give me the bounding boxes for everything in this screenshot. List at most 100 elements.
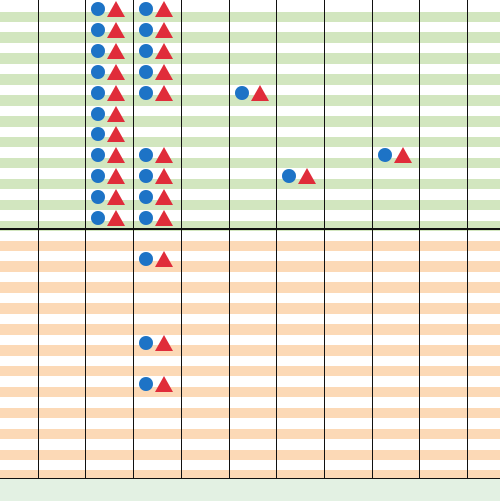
- red-triangle-icon: [107, 126, 125, 142]
- blue-circle-icon: [378, 148, 392, 162]
- column-divider: [372, 0, 373, 478]
- blue-circle-icon: [139, 169, 153, 183]
- piece-pair[interactable]: [139, 146, 179, 164]
- piece-pair[interactable]: [139, 375, 179, 393]
- blue-circle-icon: [91, 107, 105, 121]
- column-divider: [419, 0, 420, 478]
- column-divider: [276, 0, 277, 478]
- red-triangle-icon: [107, 147, 125, 163]
- blue-circle-icon: [91, 190, 105, 204]
- red-triangle-icon: [155, 1, 173, 17]
- red-triangle-icon: [107, 210, 125, 226]
- orange-stripe: [0, 407, 500, 419]
- column-divider: [229, 0, 230, 478]
- red-triangle-icon: [107, 22, 125, 38]
- piece-pair[interactable]: [139, 250, 179, 268]
- blue-circle-icon: [139, 377, 153, 391]
- green-stripe: [0, 199, 500, 211]
- blue-circle-icon: [139, 23, 153, 37]
- blue-circle-icon: [139, 211, 153, 225]
- green-stripe: [0, 157, 500, 169]
- red-triangle-icon: [155, 335, 173, 351]
- red-triangle-icon: [155, 251, 173, 267]
- piece-pair[interactable]: [91, 21, 131, 39]
- green-stripe: [0, 136, 500, 148]
- blue-circle-icon: [91, 65, 105, 79]
- column-divider: [38, 0, 39, 478]
- blue-circle-icon: [91, 23, 105, 37]
- orange-stripe: [0, 324, 500, 335]
- piece-pair[interactable]: [139, 0, 179, 18]
- blue-circle-icon: [139, 2, 153, 16]
- blue-circle-icon: [91, 44, 105, 58]
- red-triangle-icon: [155, 168, 173, 184]
- blue-circle-icon: [139, 148, 153, 162]
- column-divider: [181, 0, 182, 478]
- piece-pair[interactable]: [139, 84, 179, 102]
- red-triangle-icon: [155, 210, 173, 226]
- piece-pair[interactable]: [91, 125, 131, 143]
- orange-stripe: [0, 261, 500, 272]
- piece-pair[interactable]: [91, 105, 131, 123]
- piece-pair[interactable]: [139, 63, 179, 81]
- piece-pair[interactable]: [139, 21, 179, 39]
- red-triangle-icon: [107, 106, 125, 122]
- column-divider: [133, 0, 134, 478]
- piece-pair[interactable]: [282, 167, 322, 185]
- green-stripe: [0, 11, 500, 22]
- column-divider: [85, 0, 86, 478]
- green-stripe: [0, 53, 500, 64]
- blue-circle-icon: [235, 86, 249, 100]
- blue-circle-icon: [139, 65, 153, 79]
- red-triangle-icon: [394, 147, 412, 163]
- piece-pair[interactable]: [139, 209, 179, 227]
- red-triangle-icon: [107, 43, 125, 59]
- piece-pair[interactable]: [91, 146, 131, 164]
- piece-pair[interactable]: [91, 167, 131, 185]
- piece-pair[interactable]: [235, 84, 275, 102]
- piece-pair[interactable]: [139, 167, 179, 185]
- orange-stripe: [0, 365, 500, 377]
- red-triangle-icon: [155, 376, 173, 392]
- piece-pair[interactable]: [139, 188, 179, 206]
- red-triangle-icon: [107, 64, 125, 80]
- column-divider: [467, 0, 468, 478]
- red-triangle-icon: [155, 85, 173, 101]
- orange-stripe: [0, 240, 500, 251]
- orange-stripe: [0, 345, 500, 356]
- piece-pair[interactable]: [91, 188, 131, 206]
- piece-pair[interactable]: [378, 146, 418, 164]
- blue-circle-icon: [91, 169, 105, 183]
- blue-circle-icon: [139, 86, 153, 100]
- red-triangle-icon: [155, 189, 173, 205]
- blue-circle-icon: [91, 2, 105, 16]
- piece-pair[interactable]: [91, 84, 131, 102]
- piece-pair[interactable]: [91, 209, 131, 227]
- piece-pair[interactable]: [91, 63, 131, 81]
- blue-circle-icon: [139, 44, 153, 58]
- orange-stripe: [0, 428, 500, 440]
- red-triangle-icon: [155, 22, 173, 38]
- blue-circle-icon: [139, 336, 153, 350]
- blue-circle-icon: [282, 169, 296, 183]
- piece-pair[interactable]: [91, 0, 131, 18]
- red-triangle-icon: [107, 189, 125, 205]
- orange-stripe: [0, 386, 500, 398]
- red-triangle-icon: [155, 147, 173, 163]
- piece-pair[interactable]: [91, 42, 131, 60]
- red-triangle-icon: [107, 168, 125, 184]
- red-triangle-icon: [251, 85, 269, 101]
- blue-circle-icon: [91, 86, 105, 100]
- blue-circle-icon: [91, 211, 105, 225]
- green-stripe: [0, 178, 500, 190]
- red-triangle-icon: [155, 43, 173, 59]
- bottom-bar: [0, 478, 500, 501]
- piece-pair[interactable]: [139, 42, 179, 60]
- column-divider: [324, 0, 325, 478]
- orange-stripe: [0, 303, 500, 314]
- piece-pair[interactable]: [139, 334, 179, 352]
- game-board: [0, 0, 500, 501]
- red-triangle-icon: [298, 168, 316, 184]
- red-triangle-icon: [155, 64, 173, 80]
- blue-circle-icon: [139, 190, 153, 204]
